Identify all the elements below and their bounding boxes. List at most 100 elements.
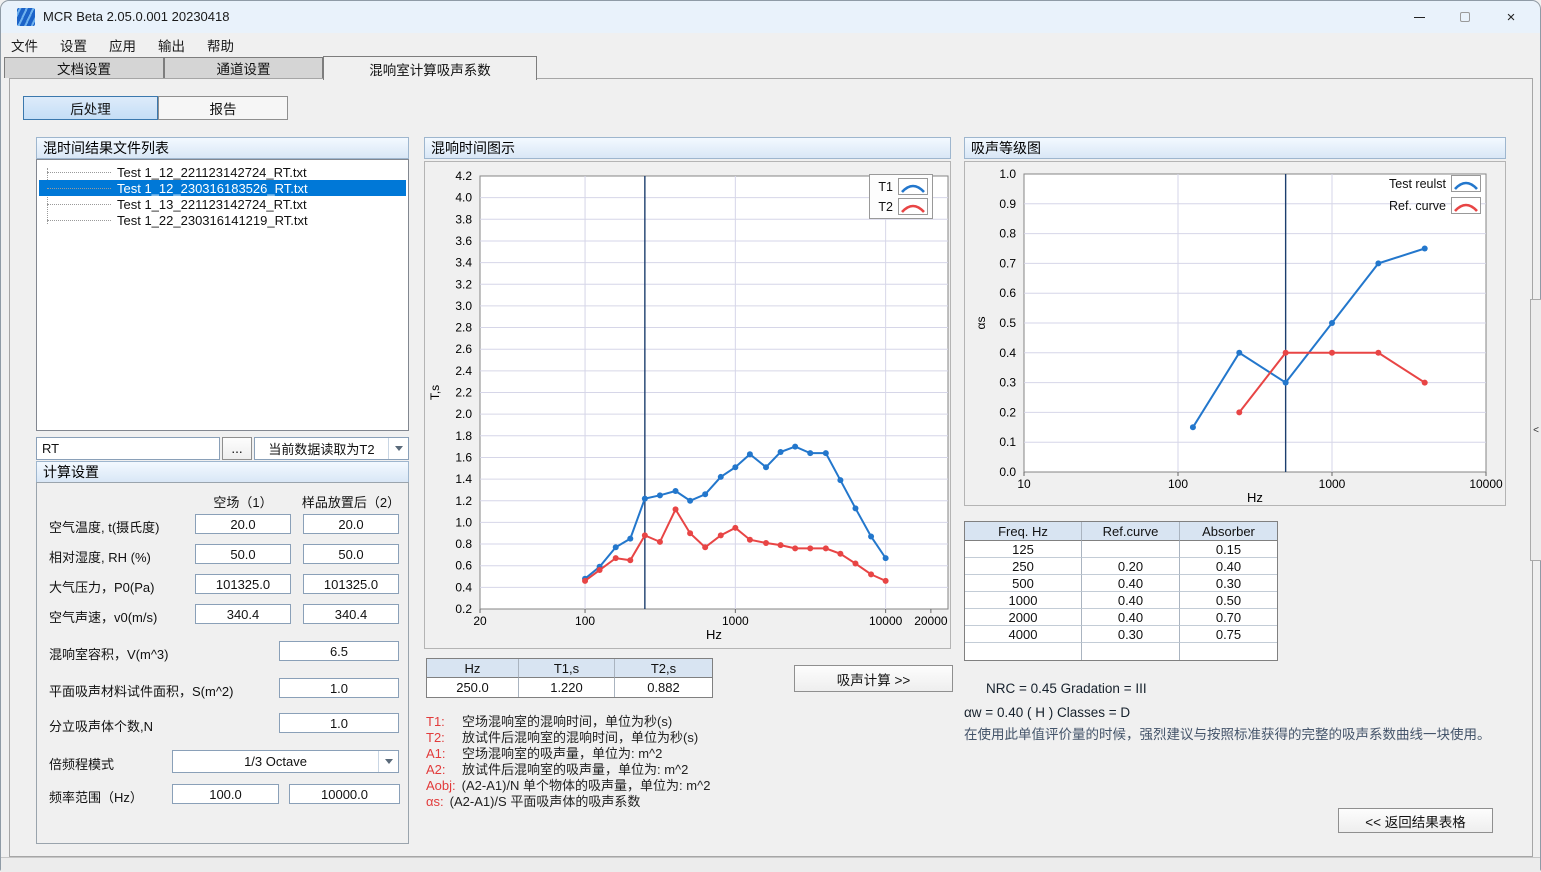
rt-table-cell-hz[interactable]: 250.0 <box>427 678 519 697</box>
grade-cell[interactable]: 4000 <box>965 626 1082 643</box>
grade-cell[interactable]: 1000 <box>965 592 1082 609</box>
svg-text:20000: 20000 <box>914 614 948 628</box>
absorption-calc-button[interactable]: 吸声计算 >> <box>794 665 953 692</box>
grade-cell[interactable]: 250 <box>965 558 1082 575</box>
grade-cell[interactable]: 0.15 <box>1180 541 1277 558</box>
absorber-count-field[interactable]: 1.0 <box>279 713 399 733</box>
svg-text:100: 100 <box>1168 477 1188 491</box>
grade-cell[interactable] <box>965 643 1082 660</box>
grade-cell[interactable]: 0.40 <box>1082 609 1180 626</box>
panel-collapse-button[interactable]: < <box>1530 299 1541 561</box>
grade-cell[interactable]: 125 <box>965 541 1082 558</box>
grade-table-header-freq: Freq. Hz <box>965 522 1082 541</box>
tree-branch-line <box>47 172 111 173</box>
calc-settings-header: 计算设置 <box>36 461 409 483</box>
absorber-count-label: 分立吸声体个数,N <box>49 716 153 735</box>
menu-file[interactable]: 文件 <box>11 35 38 55</box>
menu-output[interactable]: 输出 <box>158 35 185 55</box>
air-temp-label: 空气温度, t(摄氏度) <box>49 517 160 536</box>
sample-area-field[interactable]: 1.0 <box>279 678 399 698</box>
file-list-item[interactable]: Test 1_12_221123142724_RT.txt <box>39 164 406 180</box>
svg-text:2.6: 2.6 <box>455 342 472 356</box>
svg-text:4.0: 4.0 <box>455 191 472 205</box>
grade-table-row-empty <box>965 643 1277 660</box>
menu-help[interactable]: 帮助 <box>207 35 234 55</box>
rt-chart-canvas[interactable]: 0.20.40.60.81.01.21.41.61.82.02.22.42.62… <box>425 162 950 648</box>
tab-channel-settings[interactable]: 通道设置 <box>164 57 323 78</box>
freq-range-label: 频率范围（Hz） <box>49 787 143 806</box>
grade-table-row: 125 0.15 <box>965 541 1277 558</box>
svg-text:Hz: Hz <box>706 627 722 642</box>
grade-cell[interactable]: 0.75 <box>1180 626 1277 643</box>
sound-speed-label: 空气声速，v0(m/s) <box>49 607 157 626</box>
note-text: (A2-A1)/S 平面吸声体的吸声系数 <box>450 794 641 809</box>
humidity-field-2[interactable]: 50.0 <box>303 544 399 564</box>
svg-text:0.2: 0.2 <box>455 602 472 616</box>
svg-text:10000: 10000 <box>1469 477 1503 491</box>
svg-text:0.4: 0.4 <box>999 346 1016 360</box>
freq-range-low-field[interactable]: 100.0 <box>172 784 279 804</box>
svg-text:100: 100 <box>575 614 595 628</box>
back-to-results-button[interactable]: << 返回结果表格 <box>1338 808 1493 833</box>
data-source-dropdown[interactable]: 当前数据读取为T2 <box>254 437 409 460</box>
grade-cell[interactable]: 0.30 <box>1180 575 1277 592</box>
subtab-report[interactable]: 报告 <box>158 96 288 120</box>
svg-text:2.4: 2.4 <box>455 364 472 378</box>
pressure-field-1[interactable]: 101325.0 <box>195 574 291 594</box>
grade-cell[interactable] <box>1082 643 1180 660</box>
sound-speed-field-1[interactable]: 340.4 <box>195 604 291 624</box>
close-icon: × <box>1507 10 1516 25</box>
svg-text:1000: 1000 <box>1319 477 1346 491</box>
room-volume-field[interactable]: 6.5 <box>279 641 399 661</box>
grade-cell[interactable]: 0.30 <box>1082 626 1180 643</box>
window-title: MCR Beta 2.05.0.001 20230418 <box>43 9 229 24</box>
svg-text:0.1: 0.1 <box>999 435 1016 449</box>
grade-cell[interactable]: 0.70 <box>1180 609 1277 626</box>
humidity-field-1[interactable]: 50.0 <box>195 544 291 564</box>
minimize-button[interactable] <box>1396 1 1442 33</box>
file-list-item-selected[interactable]: Test 1_12_230316183526_RT.txt <box>39 180 406 196</box>
tab-document-settings[interactable]: 文档设置 <box>4 57 164 78</box>
data-source-value: 当前数据读取为T2 <box>255 439 388 458</box>
pressure-field-2[interactable]: 101325.0 <box>303 574 399 594</box>
menu-settings[interactable]: 设置 <box>60 35 87 55</box>
file-name: Test 1_12_230316183526_RT.txt <box>117 181 308 196</box>
subtab-postprocess[interactable]: 后处理 <box>23 96 158 120</box>
note-alpha-s: αs:(A2-A1)/S 平面吸声体的吸声系数 <box>426 791 640 810</box>
nrc-result-text: NRC = 0.45 Gradation = III <box>986 681 1147 696</box>
svg-text:1.4: 1.4 <box>455 472 472 486</box>
svg-text:3.6: 3.6 <box>455 234 472 248</box>
browse-button[interactable]: ... <box>222 437 252 460</box>
tab-reverb-room-absorption[interactable]: 混响室计算吸声系数 <box>323 56 537 80</box>
rt-table-header-t1: T1,s <box>519 659 615 678</box>
air-temp-field-2[interactable]: 20.0 <box>303 514 399 534</box>
sound-speed-field-2[interactable]: 340.4 <box>303 604 399 624</box>
freq-range-high-field[interactable]: 10000.0 <box>289 784 400 804</box>
rt-table-cell-t2[interactable]: 0.882 <box>615 678 712 697</box>
grade-cell[interactable]: 0.20 <box>1082 558 1180 575</box>
grade-cell[interactable]: 500 <box>965 575 1082 592</box>
grade-cell[interactable] <box>1082 541 1180 558</box>
svg-text:0.6: 0.6 <box>999 286 1016 300</box>
menu-apply[interactable]: 应用 <box>109 35 136 55</box>
tree-branch-line <box>47 188 111 189</box>
grade-cell[interactable]: 0.50 <box>1180 592 1277 609</box>
grade-cell[interactable] <box>1180 643 1277 660</box>
legend-row-t1: T1 <box>874 178 928 195</box>
close-button[interactable]: × <box>1488 1 1534 33</box>
rt-name-input[interactable]: RT <box>36 437 220 460</box>
grade-cell[interactable]: 0.40 <box>1082 592 1180 609</box>
legend-curve-icon-blue <box>898 178 928 195</box>
grade-cell[interactable]: 0.40 <box>1180 558 1277 575</box>
maximize-button[interactable] <box>1442 1 1488 33</box>
file-list-item[interactable]: Test 1_13_221123142724_RT.txt <box>39 196 406 212</box>
rt-table-header-t2: T2,s <box>615 659 712 678</box>
grade-cell[interactable]: 0.40 <box>1082 575 1180 592</box>
grade-cell[interactable]: 2000 <box>965 609 1082 626</box>
file-list-item[interactable]: Test 1_22_230316141219_RT.txt <box>39 212 406 228</box>
svg-text:1.0: 1.0 <box>455 515 472 529</box>
air-temp-field-1[interactable]: 20.0 <box>195 514 291 534</box>
window-bottom-edge <box>1 857 1540 872</box>
rt-table-cell-t1[interactable]: 1.220 <box>519 678 615 697</box>
octave-mode-dropdown[interactable]: 1/3 Octave <box>172 750 399 773</box>
